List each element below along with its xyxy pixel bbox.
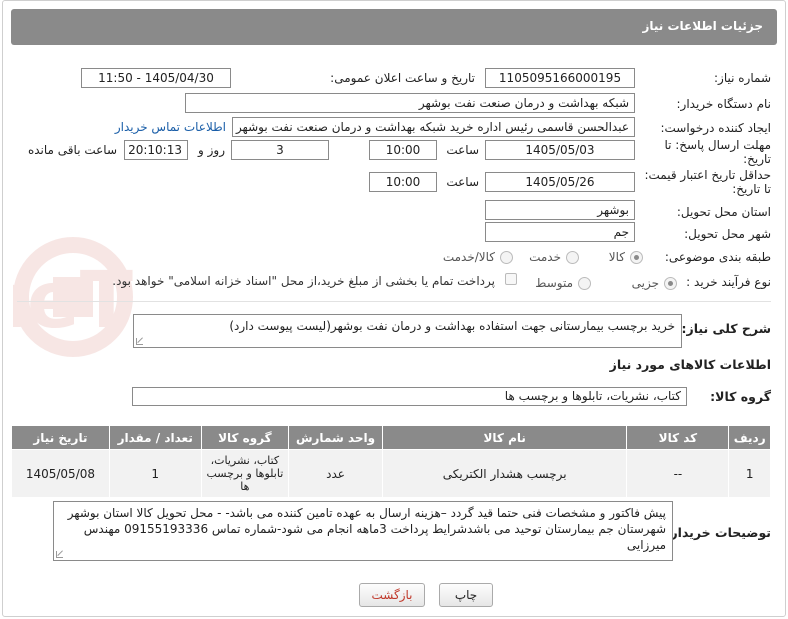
cell-group: کتاب، نشریات، تابلوها و برچسب ها — [200, 449, 290, 498]
need-number-label: شماره نیاز: — [714, 71, 771, 85]
remaining-label: ساعت باقی مانده — [27, 143, 117, 157]
days-label: روز و — [198, 143, 225, 157]
cell-row: 1 — [728, 449, 771, 498]
panel-header: جزئیات اطلاعات نیاز — [11, 9, 777, 45]
process-option-minor: جزیی — [631, 276, 659, 290]
goods-table-header: ردیف کد کالا نام کالا واحد شمارش گروه کا… — [11, 425, 771, 450]
details-panel: جزئیات اطلاعات نیاز AriaTender.neT شماره… — [2, 0, 786, 617]
buyer-org-label: نام دستگاه خریدار: — [676, 97, 772, 111]
province-field: بوشهر — [485, 200, 635, 220]
need-number-field: 1105095166000195 — [485, 68, 635, 88]
description-label: شرح کلی نیاز: — [681, 321, 771, 336]
panel-title: جزئیات اطلاعات نیاز — [642, 19, 763, 33]
reply-time-label: ساعت — [446, 143, 479, 157]
days-field: 3 — [231, 140, 329, 160]
goods-group-field: کتاب، نشریات، تابلوها و برچسب ها — [132, 387, 687, 406]
reply-time-field: 10:00 — [369, 140, 437, 160]
cell-code: -- — [626, 449, 730, 498]
payment-note: پرداخت تمام یا بخشی از مبلغ خرید،از محل … — [112, 274, 495, 288]
payment-checkbox[interactable] — [505, 273, 517, 285]
divider — [17, 301, 771, 302]
requester-label: ایجاد کننده درخواست: — [660, 121, 771, 135]
reply-date-field: 1405/05/03 — [485, 140, 635, 160]
reply-deadline-label: مهلت ارسال پاسخ: تا — [664, 138, 771, 152]
price-time-field: 10:00 — [369, 172, 437, 192]
description-textarea[interactable]: خرید برچسب بیمارستانی جهت استفاده بهداشت… — [133, 314, 682, 348]
buyer-notes-textarea[interactable]: پیش فاکتور و مشخصات فنی حتما قید گردد –ه… — [53, 501, 673, 561]
price-deadline-label: حداقل تاریخ اعتبار قیمت: — [644, 168, 771, 182]
category-radio-both[interactable] — [500, 251, 513, 264]
city-field: جم — [485, 222, 635, 242]
remaining-time-field: 20:10:13 — [124, 140, 188, 160]
category-option-service: خدمت — [529, 250, 561, 264]
goods-group-label: گروه کالا: — [710, 389, 771, 404]
process-option-medium: متوسط — [535, 276, 573, 290]
category-option-goods: کالا — [608, 250, 625, 264]
buyer-contact-link[interactable]: اطلاعات تماس خریدار — [115, 120, 226, 134]
category-label: طبقه بندی موضوعی: — [664, 250, 771, 264]
requester-field: عبدالحسن قاسمی رئیس اداره خرید شبکه بهدا… — [232, 117, 635, 137]
process-radio-minor[interactable] — [664, 277, 677, 290]
col-row: ردیف — [728, 425, 771, 450]
description-text: خرید برچسب بیمارستانی جهت استفاده بهداشت… — [229, 319, 675, 333]
goods-section-title: اطلاعات کالاهای مورد نیاز — [609, 357, 771, 372]
goods-table: ردیف کد کالا نام کالا واحد شمارش گروه کا… — [11, 425, 771, 498]
buyer-notes-text: پیش فاکتور و مشخصات فنی حتما قید گردد –ه… — [67, 506, 666, 552]
buyer-notes-label: توضیحات خریدار: — [665, 525, 771, 540]
col-date: تاریخ نیاز — [11, 425, 110, 450]
table-row: 1 -- برچسب هشدار الکتریکی عدد کتاب، نشری… — [11, 449, 771, 498]
category-radio-service[interactable] — [566, 251, 579, 264]
price-date-field: 1405/05/26 — [485, 172, 635, 192]
reply-deadline-label-date: تاریخ: — [743, 152, 771, 166]
price-deadline-label-date: تا تاریخ: — [732, 182, 771, 196]
price-time-label: ساعت — [446, 175, 479, 189]
back-button[interactable]: بازگشت — [359, 583, 425, 607]
announce-field: 1405/04/30 - 11:50 — [81, 68, 231, 88]
col-qty: تعداد / مقدار — [108, 425, 202, 450]
cell-date: 1405/05/08 — [11, 449, 110, 498]
page: جزئیات اطلاعات نیاز AriaTender.neT شماره… — [0, 0, 788, 619]
category-radio-goods[interactable] — [630, 251, 643, 264]
col-unit: واحد شمارش — [288, 425, 383, 450]
process-label: نوع فرآیند خرید : — [686, 275, 771, 289]
print-button[interactable]: چاپ — [439, 583, 493, 607]
process-radio-medium[interactable] — [578, 277, 591, 290]
city-label: شهر محل تحویل: — [684, 227, 771, 241]
cell-qty: 1 — [108, 449, 202, 498]
resize-grip-icon[interactable] — [136, 338, 143, 345]
col-code: کد کالا — [626, 425, 730, 450]
col-group: گروه کالا — [200, 425, 290, 450]
category-option-both: کالا/خدمت — [442, 250, 495, 264]
cell-name: برچسب هشدار الکتریکی — [381, 449, 628, 498]
col-name: نام کالا — [381, 425, 628, 450]
resize-grip-icon[interactable] — [56, 551, 63, 558]
announce-label: تاریخ و ساعت اعلان عمومی: — [330, 71, 475, 85]
cell-unit: عدد — [288, 449, 383, 498]
buyer-org-field: شبکه بهداشت و درمان صنعت نفت بوشهر — [185, 93, 635, 113]
province-label: استان محل تحویل: — [676, 205, 771, 219]
